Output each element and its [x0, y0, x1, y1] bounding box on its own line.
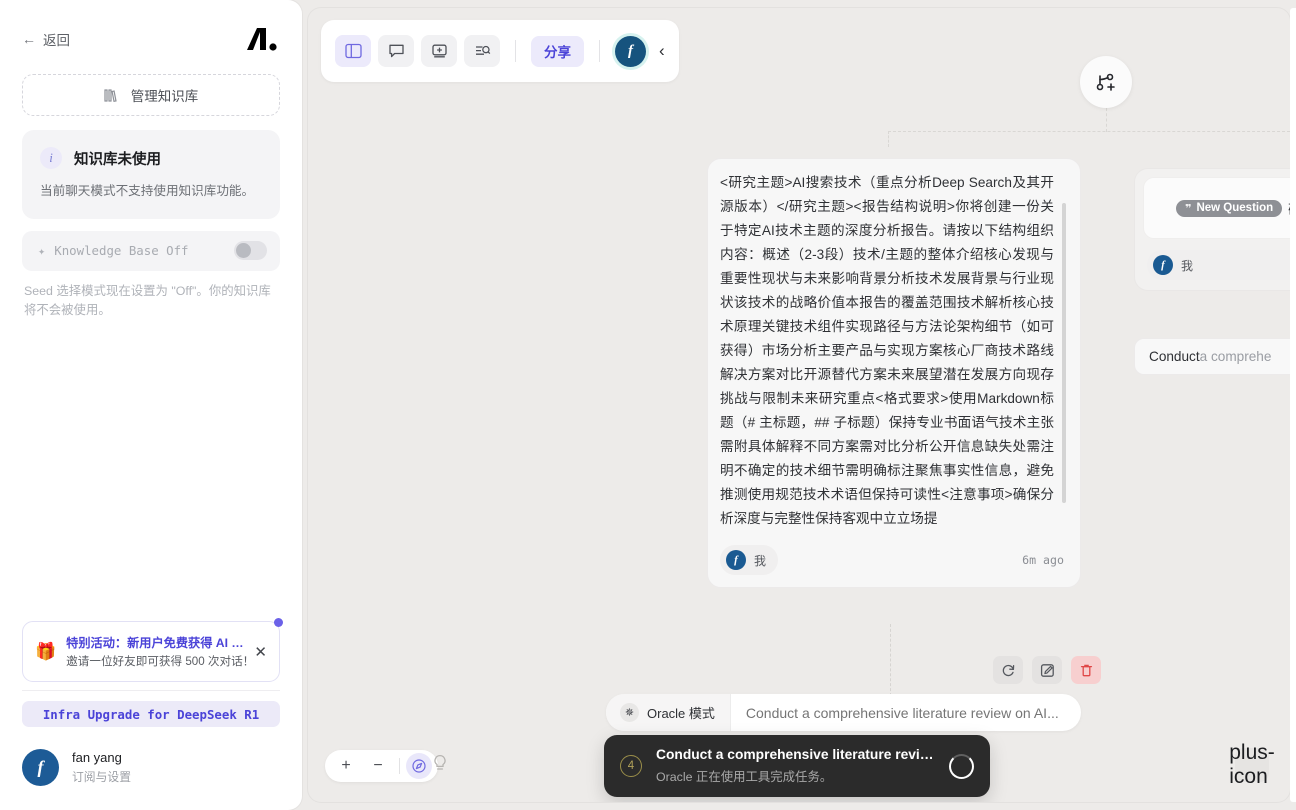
- sparkles-icon: ✵: [620, 703, 639, 722]
- knowledge-base-status-card: i 知识库未使用 当前聊天模式不支持使用知识库功能。: [22, 130, 280, 219]
- message-timestamp: 6m ago: [1022, 553, 1064, 567]
- zoom-controls: + −: [325, 750, 438, 782]
- composer-bar[interactable]: ✵ Oracle 模式: [606, 694, 1081, 731]
- graph-edge-vertical-top: [1106, 108, 1107, 132]
- branch-message-footer: f 我: [1143, 239, 1290, 282]
- share-button[interactable]: 分享: [531, 35, 584, 67]
- manage-knowledge-base-label: 管理知识库: [130, 89, 199, 104]
- graph-edge-vertical-tick: [888, 131, 889, 147]
- branch-message-card[interactable]: ❞ New Question 研 f 我: [1134, 168, 1290, 291]
- avatar: f: [1153, 255, 1173, 275]
- back-label: 返回: [43, 33, 70, 48]
- promo-title: 特别活动：新用户免费获得 AI …: [66, 636, 244, 650]
- user-subtitle: 订阅与设置: [72, 770, 131, 784]
- branch-author-label: 我: [1181, 258, 1194, 273]
- promo-text: 特别活动：新用户免费获得 AI … 邀请一位好友即可获得 500 次对话！: [66, 633, 254, 670]
- manage-knowledge-base-button[interactable]: 管理知识库: [22, 74, 280, 116]
- lightbulb-icon[interactable]: [432, 754, 448, 777]
- conversation-canvas[interactable]: 分享 f ‹ <研究主题>AI搜索技术（重点分析Deep Search及其开源版…: [308, 8, 1290, 802]
- kb-status-subtitle: 当前聊天模式不支持使用知识库功能。: [40, 184, 255, 198]
- git-branch-plus-icon[interactable]: [1080, 56, 1132, 108]
- zoom-out-button[interactable]: −: [363, 752, 393, 780]
- pencil-square-icon[interactable]: [1032, 656, 1062, 684]
- quote-icon: ❞: [1185, 202, 1192, 215]
- user-profile-row[interactable]: f fan yang 订阅与设置: [22, 749, 131, 786]
- arrow-left-icon: ←: [22, 31, 36, 47]
- knowledge-base-switch[interactable]: [234, 241, 267, 261]
- kb-status-title: 知识库未使用: [74, 151, 161, 168]
- task-progress-toast[interactable]: 4 Conduct a comprehensive literature rev…: [604, 735, 990, 797]
- toast-subtitle: Oracle 正在使用工具完成任务。: [656, 770, 833, 784]
- zoom-divider: [399, 758, 400, 774]
- left-sidebar: ← 返回 管理知识库 i 知识库未使用 当前聊天模式不支持使用知识库功能。 ✦ …: [0, 0, 302, 810]
- new-question-badge: ❞ New Question: [1176, 199, 1283, 217]
- chat-bubble-icon[interactable]: [378, 35, 414, 67]
- avatar: f: [726, 550, 746, 570]
- composer-input[interactable]: [729, 704, 1081, 721]
- loading-spinner-icon: [949, 753, 974, 779]
- kb-toggle-label-wrap: ✦ Knowledge Base Off: [38, 243, 234, 258]
- toolbar-avatar[interactable]: f: [615, 35, 646, 67]
- add-node-button[interactable]: plus-icon: [1229, 741, 1275, 788]
- infra-upgrade-button[interactable]: Infra Upgrade for DeepSeek R1: [22, 701, 280, 727]
- trash-icon[interactable]: [1071, 656, 1101, 684]
- mode-selector[interactable]: ✵ Oracle 模式: [606, 694, 730, 731]
- zoom-in-button[interactable]: +: [331, 752, 361, 780]
- sparkle-icon: ✦: [38, 243, 46, 258]
- library-books-icon: [104, 88, 120, 103]
- branch-preview-text: a comprehe: [1199, 349, 1272, 364]
- branch-message-inner: ❞ New Question 研: [1143, 177, 1290, 239]
- new-question-label: New Question: [1196, 202, 1274, 214]
- branch-preview-text-bold: Conduct: [1149, 349, 1200, 364]
- compass-navigate-icon[interactable]: [406, 753, 432, 779]
- refresh-icon[interactable]: [993, 656, 1023, 684]
- toolbar-divider-2: [599, 40, 600, 62]
- back-button[interactable]: ← 返回: [22, 29, 70, 49]
- info-circle-icon: i: [40, 147, 62, 169]
- list-search-icon[interactable]: [464, 35, 500, 67]
- kb-mode-note: Seed 选择模式现在设置为 "Off"。你的知识库将不会被使用。: [24, 283, 271, 318]
- toast-title: Conduct a comprehensive literature revie…: [656, 747, 935, 762]
- branch-preview-card[interactable]: Conduct a comprehe: [1134, 338, 1290, 375]
- message-author-label: 我: [754, 553, 767, 568]
- message-text: <研究主题>AI搜索技术（重点分析Deep Search及其开源版本）</研究主…: [720, 175, 1054, 526]
- toast-step-badge: 4: [620, 755, 642, 777]
- user-text: fan yang 订阅与设置: [72, 750, 131, 785]
- close-icon[interactable]: ✕: [254, 643, 267, 661]
- toast-text: Conduct a comprehensive literature revie…: [656, 747, 935, 785]
- message-card[interactable]: <研究主题>AI搜索技术（重点分析Deep Search及其开源版本）</研究主…: [707, 158, 1081, 588]
- kb-status-head: i 知识库未使用: [40, 147, 262, 169]
- toolbar-divider-1: [515, 40, 516, 62]
- chevron-left-icon[interactable]: ‹: [653, 41, 665, 61]
- sidebar-panel-icon[interactable]: [335, 35, 371, 67]
- right-panel-edge: [1290, 8, 1296, 802]
- gift-icon: 🎁: [35, 642, 57, 661]
- promo-subtitle: 邀请一位好友即可获得 500 次对话！: [66, 655, 255, 668]
- promo-banner[interactable]: 🎁 特别活动：新用户免费获得 AI … 邀请一位好友即可获得 500 次对话！ …: [22, 618, 283, 682]
- message-body: <研究主题>AI搜索技术（重点分析Deep Search及其开源版本）</研究主…: [720, 171, 1072, 531]
- knowledge-base-toggle-row[interactable]: ✦ Knowledge Base Off: [22, 230, 280, 271]
- message-footer: f 我 6m ago: [720, 531, 1072, 575]
- avatar: f: [22, 749, 59, 786]
- promo-notification-dot: [274, 618, 283, 627]
- add-card-icon[interactable]: [421, 35, 457, 67]
- brand-logo: [244, 26, 280, 52]
- branch-message-author: f 我: [1147, 250, 1290, 280]
- message-scrollbar[interactable]: [1062, 203, 1066, 503]
- message-author: f 我: [720, 545, 779, 575]
- graph-edge-horizontal: [888, 131, 1290, 132]
- user-name: fan yang: [72, 750, 122, 765]
- canvas-toolbar: 分享 f ‹: [321, 20, 679, 82]
- message-actions: [993, 656, 1101, 684]
- mode-label: Oracle 模式: [647, 706, 715, 721]
- app-root: ← 返回 管理知识库 i 知识库未使用 当前聊天模式不支持使用知识库功能。 ✦ …: [0, 0, 1296, 810]
- sidebar-header: ← 返回: [22, 0, 280, 62]
- graph-edge-vertical-lower: [890, 624, 891, 696]
- switch-knob: [236, 243, 251, 259]
- sidebar-divider: [22, 690, 280, 691]
- kb-toggle-label: Knowledge Base Off: [54, 243, 189, 259]
